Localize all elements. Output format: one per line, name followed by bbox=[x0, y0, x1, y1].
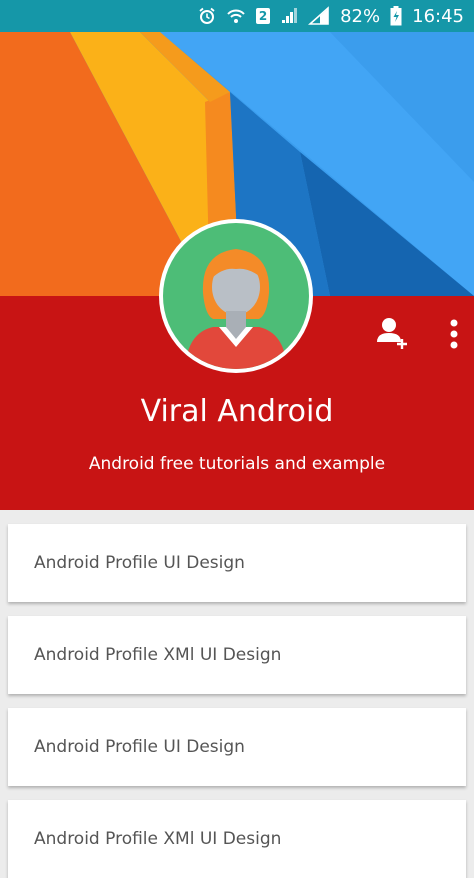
person-avatar-icon bbox=[163, 223, 309, 369]
wifi-icon bbox=[226, 7, 246, 25]
profile-name: Viral Android bbox=[140, 394, 334, 429]
list-item[interactable]: Android Profile XMl UI Design bbox=[8, 800, 466, 878]
status-bar: 2 82% 16:45 bbox=[0, 0, 474, 32]
profile-subtitle: Android free tutorials and example bbox=[88, 454, 386, 474]
list-item-label: Android Profile UI Design bbox=[34, 553, 245, 573]
battery-charging-icon bbox=[390, 6, 402, 26]
add-user-icon bbox=[374, 314, 410, 354]
signal-full-icon bbox=[308, 6, 330, 26]
list-item-label: Android Profile UI Design bbox=[34, 737, 245, 757]
list-item[interactable]: Android Profile XMl UI Design bbox=[8, 616, 466, 694]
more-options-button[interactable] bbox=[440, 316, 468, 356]
list-item-label: Android Profile XMl UI Design bbox=[34, 645, 282, 665]
battery-percent: 82% bbox=[340, 5, 381, 27]
profile-avatar[interactable] bbox=[159, 219, 313, 373]
more-vertical-icon bbox=[449, 318, 459, 354]
add-user-button[interactable] bbox=[372, 314, 412, 354]
clock-time: 16:45 bbox=[412, 5, 464, 27]
list-item[interactable]: Android Profile UI Design bbox=[8, 708, 466, 786]
list-item[interactable]: Android Profile UI Design bbox=[8, 524, 466, 602]
alarm-icon bbox=[198, 7, 216, 25]
signal-icon bbox=[280, 7, 298, 25]
list-item-label: Android Profile XMl UI Design bbox=[34, 829, 282, 849]
sim-2-icon: 2 bbox=[256, 8, 271, 24]
